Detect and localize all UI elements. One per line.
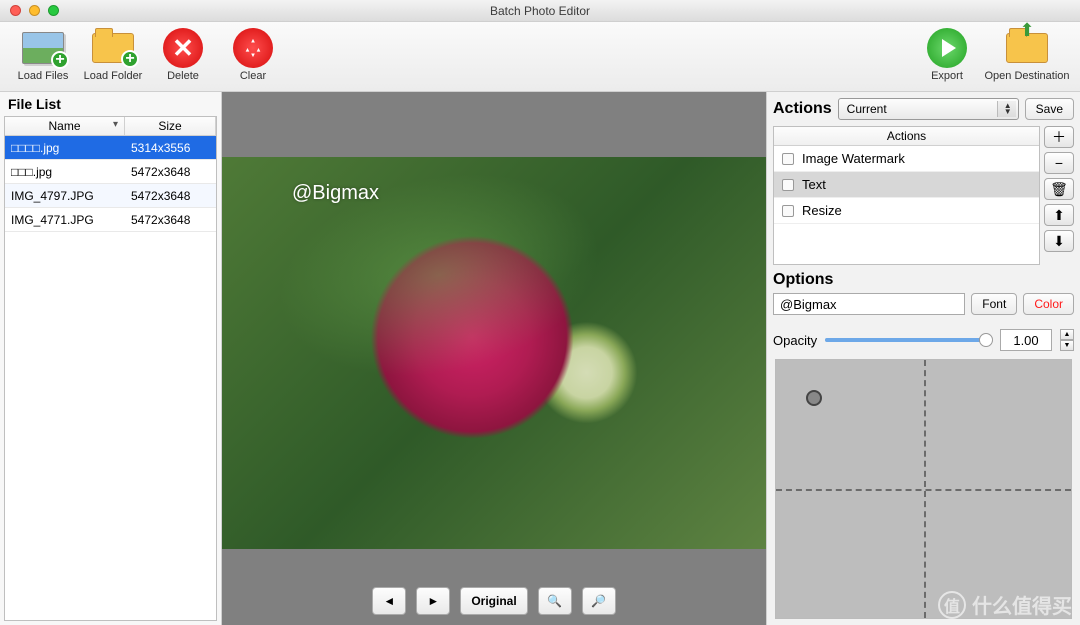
guide-vertical <box>924 360 926 618</box>
export-label: Export <box>931 70 963 82</box>
actions-preset-dropdown[interactable]: Current ▲▼ <box>838 98 1019 120</box>
load-folder-button[interactable]: + Load Folder <box>78 26 148 91</box>
action-delete-button[interactable]: 🗑 <box>1044 178 1074 200</box>
action-move-up-button[interactable]: ⬆ <box>1044 204 1074 226</box>
column-header-name[interactable]: Name <box>5 117 125 135</box>
opacity-label: Opacity <box>773 333 817 348</box>
file-list-panel: File List Name Size □□□□.jpg5314x3556□□□… <box>0 92 222 625</box>
actions-list: Actions Image Watermark Text Resize <box>773 126 1040 265</box>
clear-button[interactable]: Clear <box>218 26 288 91</box>
file-name: IMG_4771.JPG <box>5 213 125 227</box>
action-item-label: Resize <box>802 203 842 218</box>
preview-toolbar: ◄ ► Original 🔍 🔎 <box>222 587 766 615</box>
preview-original-button[interactable]: Original <box>460 587 527 615</box>
delete-label: Delete <box>167 70 199 82</box>
open-destination-label: Open Destination <box>985 70 1070 82</box>
preview-next-button[interactable]: ► <box>416 587 450 615</box>
table-row[interactable]: IMG_4797.JPG5472x3648 <box>5 184 216 208</box>
file-name: IMG_4797.JPG <box>5 189 125 203</box>
zoom-in-icon: 🔍 <box>547 594 562 608</box>
checkbox[interactable] <box>782 179 794 191</box>
file-list-title: File List <box>0 92 221 114</box>
position-handle[interactable] <box>806 390 822 406</box>
plus-icon: ＋ <box>1052 127 1066 147</box>
font-button[interactable]: Font <box>971 293 1017 315</box>
file-size: 5472x3648 <box>125 189 216 203</box>
preview-zoom-in-button[interactable]: 🔍 <box>538 587 572 615</box>
opacity-value: 1.00 <box>1000 329 1052 351</box>
column-header-size[interactable]: Size <box>125 117 216 135</box>
folder-plus-icon: + <box>92 33 134 63</box>
slider-thumb[interactable] <box>979 333 993 347</box>
checkbox[interactable] <box>782 205 794 217</box>
clear-label: Clear <box>240 70 266 82</box>
arrow-up-icon: ⬆ <box>1053 207 1065 224</box>
delete-button[interactable]: ✕ Delete <box>148 26 218 91</box>
preview-prev-button[interactable]: ◄ <box>372 587 406 615</box>
actions-title: Actions <box>773 100 832 118</box>
load-files-button[interactable]: + Load Files <box>8 26 78 91</box>
photo-plus-icon: + <box>22 32 64 64</box>
actions-list-header: Actions <box>774 127 1039 146</box>
action-item-label: Text <box>802 177 826 192</box>
open-destination-button[interactable]: Open Destination <box>982 26 1072 91</box>
load-folder-label: Load Folder <box>84 70 143 82</box>
watermark-text-input[interactable] <box>773 293 965 315</box>
zoom-out-icon: 🔎 <box>591 594 606 608</box>
chevron-updown-icon: ▲▼ <box>1004 103 1012 115</box>
export-button[interactable]: Export <box>912 26 982 91</box>
action-move-down-button[interactable]: ⬇ <box>1044 230 1074 252</box>
arrow-left-icon: ◄ <box>383 594 395 608</box>
file-size: 5314x3556 <box>125 141 216 155</box>
table-row[interactable]: □□□□.jpg5314x3556 <box>5 136 216 160</box>
action-remove-button[interactable]: − <box>1044 152 1074 174</box>
opacity-slider[interactable] <box>825 338 992 342</box>
file-name: □□□.jpg <box>5 165 125 179</box>
window-titlebar: Batch Photo Editor <box>0 0 1080 22</box>
table-row[interactable]: □□□.jpg5472x3648 <box>5 160 216 184</box>
main-toolbar: + Load Files + Load Folder ✕ Delete Clea… <box>0 22 1080 92</box>
stepper-down-icon[interactable]: ▼ <box>1060 340 1074 351</box>
options-panel: Options Font Color Opacity 1.00 ▲▼ <box>773 271 1074 625</box>
action-item[interactable]: Image Watermark <box>774 146 1039 172</box>
actions-save-button[interactable]: Save <box>1025 98 1074 120</box>
action-item-label: Image Watermark <box>802 151 905 166</box>
file-name: □□□□.jpg <box>5 141 125 155</box>
window-title: Batch Photo Editor <box>0 4 1080 18</box>
file-size: 5472x3648 <box>125 213 216 227</box>
preview-zoom-out-button[interactable]: 🔎 <box>582 587 616 615</box>
recycle-icon <box>233 28 273 68</box>
preview-panel: @Bigmax ◄ ► Original 🔍 🔎 <box>222 92 766 625</box>
action-item[interactable]: Resize <box>774 198 1039 224</box>
color-button[interactable]: Color <box>1023 293 1074 315</box>
folder-out-icon <box>1006 33 1048 63</box>
arrow-down-icon: ⬇ <box>1053 233 1065 250</box>
stepper-up-icon[interactable]: ▲ <box>1060 329 1074 340</box>
position-pad[interactable] <box>775 359 1072 619</box>
delete-x-icon: ✕ <box>163 28 203 68</box>
preview-image: @Bigmax <box>222 157 766 549</box>
minus-icon: − <box>1055 155 1063 171</box>
trash-icon: 🗑 <box>1050 181 1068 198</box>
action-item[interactable]: Text <box>774 172 1039 198</box>
arrow-right-icon: ► <box>427 594 439 608</box>
table-row[interactable]: IMG_4771.JPG5472x3648 <box>5 208 216 232</box>
checkbox[interactable] <box>782 153 794 165</box>
play-export-icon <box>927 28 967 68</box>
action-add-button[interactable]: ＋ <box>1044 126 1074 148</box>
options-title: Options <box>773 271 1074 289</box>
right-panel: Actions Current ▲▼ Save Actions Image Wa… <box>766 92 1080 625</box>
opacity-stepper[interactable]: ▲▼ <box>1060 329 1074 351</box>
load-files-label: Load Files <box>18 70 69 82</box>
preview-watermark-text: @Bigmax <box>292 182 379 205</box>
file-size: 5472x3648 <box>125 165 216 179</box>
file-table: Name Size □□□□.jpg5314x3556□□□.jpg5472x3… <box>4 116 217 621</box>
actions-preset-value: Current <box>847 102 887 116</box>
